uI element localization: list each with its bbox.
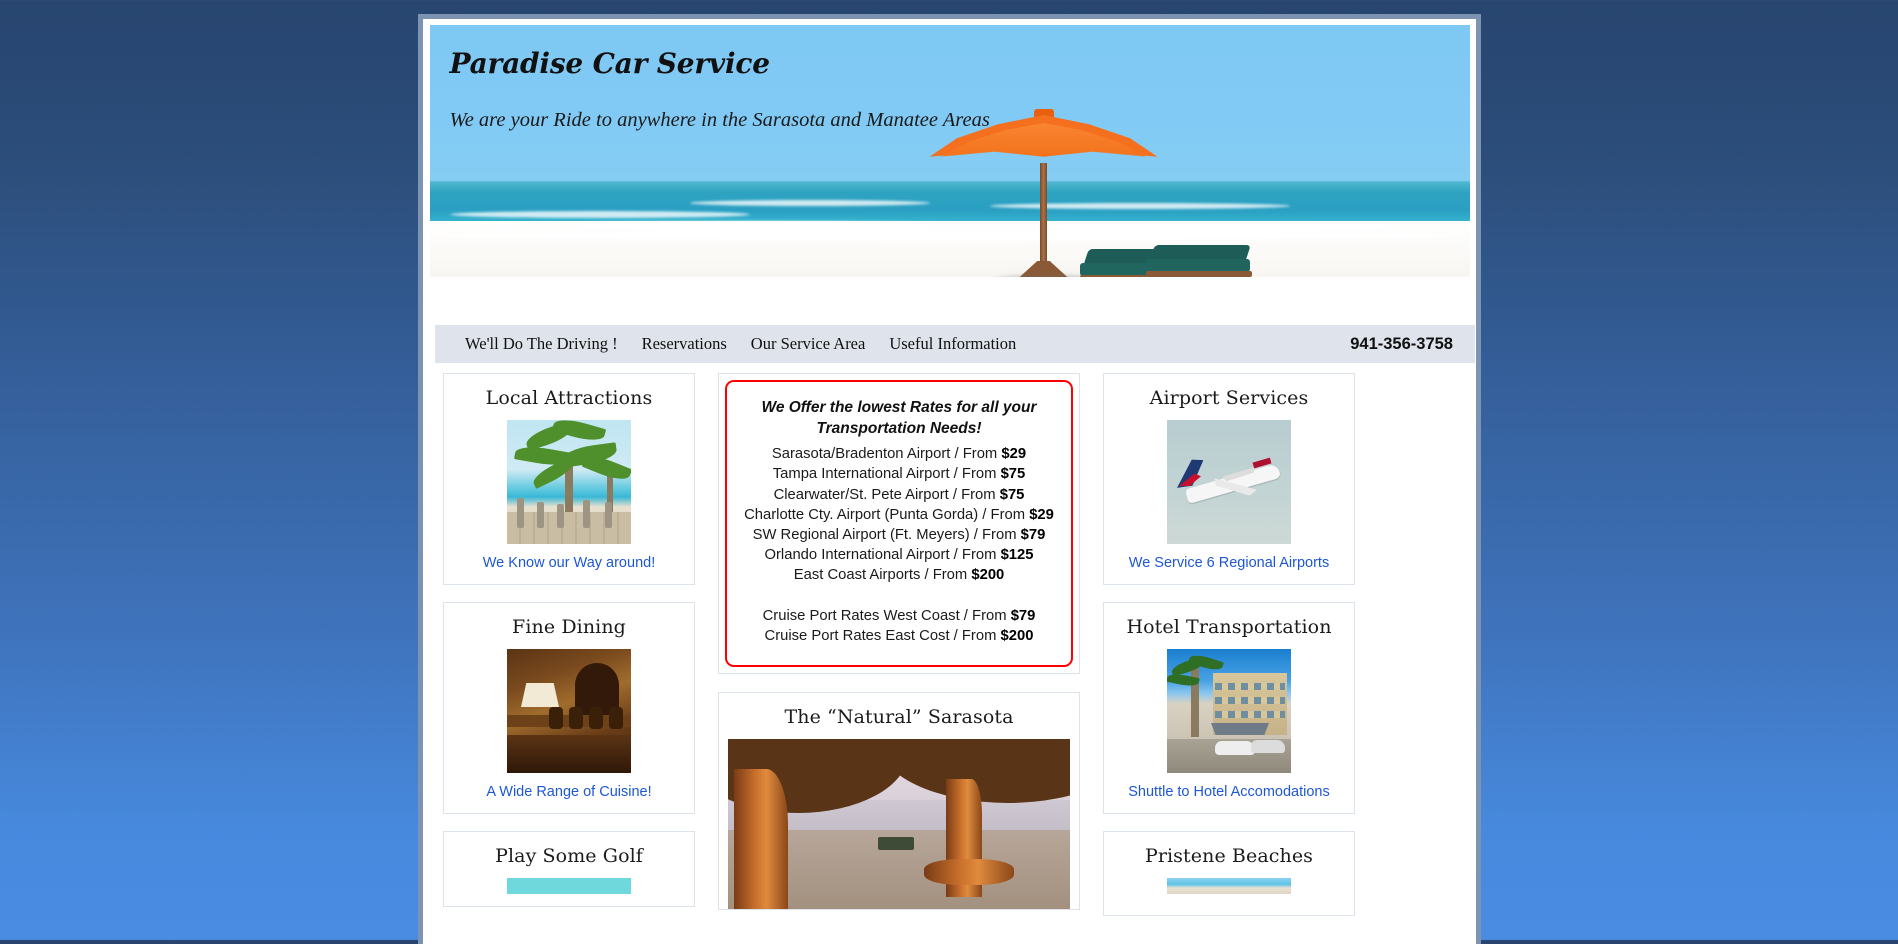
- panel-title: Airport Services: [1149, 387, 1309, 409]
- main-column: We Offer the lowest Rates for all your T…: [718, 373, 1080, 944]
- local-attractions-link[interactable]: We Know our Way around!: [483, 555, 655, 571]
- rate-price: $79: [1010, 607, 1036, 624]
- panel-pristene-beaches: Pristene Beaches: [1103, 831, 1355, 916]
- sea-foam: [689, 200, 930, 206]
- sea-foam: [549, 221, 970, 229]
- nav-item-useful-information[interactable]: Useful Information: [877, 334, 1028, 354]
- cruise-rate-row: Cruise Port Rates East Cost / From $200: [739, 626, 1059, 646]
- hotel-transportation-image[interactable]: [1167, 649, 1291, 773]
- rates-heading-line2: Transportation Needs!: [816, 419, 982, 437]
- panel-title: Hotel Transportation: [1126, 616, 1332, 638]
- rate-row: East Coast Airports / From $200: [739, 566, 1059, 586]
- nav-item-reservations[interactable]: Reservations: [630, 334, 739, 354]
- rate-label: Cruise Port Rates West Coast / From: [762, 607, 1007, 624]
- panel-title: Pristene Beaches: [1144, 845, 1314, 867]
- panel-hotel-transportation: Hotel Transportation Shuttle to Hotel Ac…: [1103, 602, 1355, 814]
- fine-dining-image[interactable]: [507, 649, 631, 773]
- rate-price: $75: [1000, 466, 1026, 483]
- pristene-beaches-image[interactable]: [1167, 878, 1291, 894]
- fine-dining-link[interactable]: A Wide Range of Cuisine!: [486, 784, 651, 800]
- rates-heading: We Offer the lowest Rates for all your T…: [739, 398, 1059, 440]
- hotel-transportation-link[interactable]: Shuttle to Hotel Accomodations: [1128, 784, 1330, 800]
- airport-services-image[interactable]: [1167, 420, 1291, 544]
- panel-natural-sarasota: The “Natural” Sarasota: [718, 691, 1080, 910]
- panel-title: The “Natural” Sarasota: [784, 705, 1014, 728]
- rate-label: Clearwater/St. Pete Airport / From: [773, 486, 996, 503]
- rate-price: $79: [1020, 526, 1046, 543]
- nav-item-service-area[interactable]: Our Service Area: [739, 334, 878, 354]
- airport-services-link[interactable]: We Service 6 Regional Airports: [1129, 555, 1329, 571]
- rate-price: $125: [1000, 547, 1034, 564]
- main-navigation: We'll Do The Driving ! Reservations Our …: [435, 325, 1475, 363]
- rate-label: Orlando International Airport / From: [764, 547, 997, 564]
- rate-row: Charlotte Cty. Airport (Punta Gorda) / F…: [739, 505, 1059, 525]
- rate-label: Cruise Port Rates East Cost / From: [764, 627, 997, 644]
- rates-heading-line1: We Offer the lowest Rates for all your: [761, 399, 1037, 416]
- left-sidebar: Local Attractions We Know our Way around…: [443, 373, 695, 944]
- nav-item-driving[interactable]: We'll Do The Driving !: [453, 334, 630, 354]
- panel-airport-services: Airport Services We Service 6 Regional A…: [1103, 373, 1355, 585]
- phone-number[interactable]: 941-356-3758: [1350, 335, 1475, 354]
- panel-play-some-golf: Play Some Golf: [443, 831, 695, 907]
- rate-price: $200: [971, 567, 1005, 584]
- site-title: Paradise Car Service: [449, 47, 771, 80]
- page-inner: Paradise Car Service We are your Ride to…: [429, 25, 1475, 944]
- local-attractions-image[interactable]: [507, 420, 631, 544]
- cruise-rate-row: Cruise Port Rates West Coast / From $79: [739, 606, 1059, 626]
- panel-rates: We Offer the lowest Rates for all your T…: [718, 373, 1080, 674]
- panel-fine-dining: Fine Dining A Wide Range of Cuisine!: [443, 602, 695, 814]
- sea-foam: [449, 211, 750, 218]
- rate-price: $29: [1001, 446, 1027, 463]
- rates-spacer: [739, 586, 1059, 606]
- panel-title: Play Some Golf: [495, 845, 643, 867]
- page-container: Paradise Car Service We are your Ride to…: [418, 14, 1481, 944]
- rate-price: $29: [1029, 506, 1054, 523]
- rate-row: Sarasota/Bradenton Airport / From $29: [739, 445, 1059, 465]
- rates-box: We Offer the lowest Rates for all your T…: [725, 380, 1073, 667]
- rate-label: Sarasota/Bradenton Airport / From: [771, 446, 998, 463]
- nav-link-list: We'll Do The Driving ! Reservations Our …: [435, 334, 1028, 354]
- site-tagline: We are your Ride to anywhere in the Sara…: [449, 109, 990, 131]
- rate-row: SW Regional Airport (Ft. Meyers) / From …: [739, 525, 1059, 545]
- header-banner: Paradise Car Service We are your Ride to…: [429, 25, 1470, 324]
- rate-price: $200: [1000, 627, 1034, 644]
- rate-row: Orlando International Airport / From $12…: [739, 546, 1059, 566]
- right-sidebar: Airport Services We Service 6 Regional A…: [1103, 373, 1355, 944]
- rate-price: $75: [999, 486, 1025, 503]
- panel-title: Local Attractions: [485, 387, 653, 409]
- natural-sarasota-image[interactable]: [728, 738, 1070, 909]
- rate-label: Tampa International Airport / From: [772, 466, 997, 483]
- rate-label: East Coast Airports / From: [793, 567, 968, 584]
- rate-label: Charlotte Cty. Airport (Punta Gorda) / F…: [744, 506, 1026, 523]
- content-area: Local Attractions We Know our Way around…: [435, 373, 1475, 944]
- rate-row: Clearwater/St. Pete Airport / From $75: [739, 485, 1059, 505]
- rate-label: SW Regional Airport (Ft. Meyers) / From: [752, 526, 1017, 543]
- panel-local-attractions: Local Attractions We Know our Way around…: [443, 373, 695, 585]
- banner-bottom-gap: [429, 277, 1470, 324]
- golf-image[interactable]: [507, 878, 631, 894]
- rate-row: Tampa International Airport / From $75: [739, 465, 1059, 485]
- panel-title: Fine Dining: [512, 616, 626, 638]
